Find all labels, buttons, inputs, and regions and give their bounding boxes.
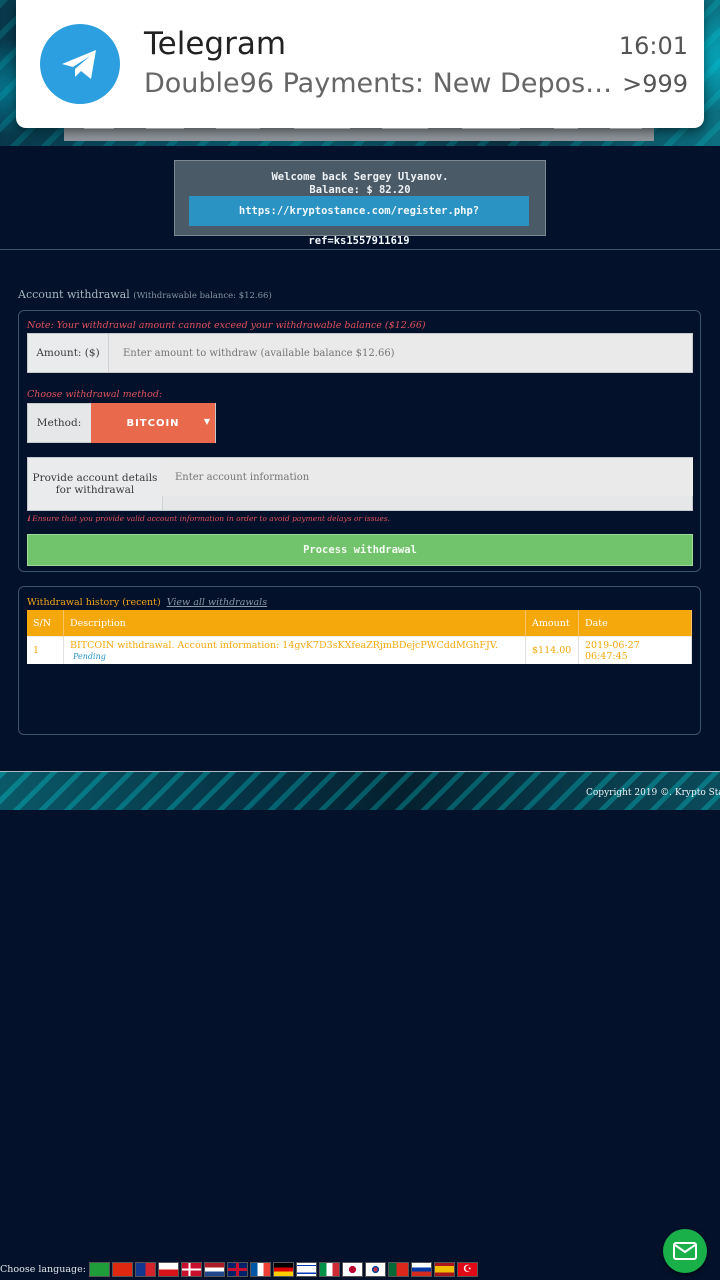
korean-flag[interactable] [364,1261,386,1277]
description-text: BITCOIN withdrawal. Account information:… [70,639,499,651]
amount-label: Amount: ($) [28,334,109,372]
italian-flag[interactable] [318,1261,340,1277]
history-table: S/N Description Amount Date 1 BITCOIN wi… [27,610,692,664]
czech-flag[interactable] [157,1261,179,1277]
status-badge: Pending [73,651,106,661]
footer: Copyright 2019 ©. Krypto Stance [0,771,720,810]
table-row: 1 BITCOIN withdrawal. Account informatio… [27,636,692,664]
section-title-text: Account withdrawal [18,288,130,301]
section-title: Account withdrawal (Withdrawable balance… [18,288,272,301]
column-header: Description [63,610,526,637]
french-flag[interactable] [249,1261,271,1277]
taiwan-flag[interactable] [134,1261,156,1277]
cell-date: 2019-06-27 06:47:45 [578,636,692,664]
cell-description: BITCOIN withdrawal. Account information:… [63,636,526,664]
cell-sn: 1 [27,636,64,664]
language-bar: Choose language: ☪ [0,1260,480,1278]
welcome-text: Welcome back Sergey Ulyanov. [271,171,449,183]
view-all-withdrawals-link[interactable]: View all withdrawals [167,597,267,608]
method-heading: Choose withdrawal method: [27,389,163,400]
withdrawable-balance: (Withdrawable balance: $12.66) [133,291,272,301]
notification-count: >999 [622,70,688,98]
account-field: Provide account details for withdrawal [27,457,693,511]
column-header: Date [578,610,692,637]
notification-time: 16:01 [618,32,688,60]
israel-flag[interactable] [295,1261,317,1277]
telegram-icon [40,24,120,104]
welcome-box: Welcome back Sergey Ulyanov. Balance: $ … [174,160,546,247]
uk-flag[interactable] [226,1261,248,1277]
account-warning: ℹ Ensure that you provide valid account … [27,514,390,523]
notification-message: Double96 Payments: New Deposit Re.. [144,68,614,99]
arabic-flag[interactable] [88,1261,110,1277]
mail-icon [673,1242,697,1260]
table-header-row: S/N Description Amount Date [27,610,692,637]
portuguese-flag[interactable] [387,1261,409,1277]
method-value: BITCOIN [126,417,180,429]
chevron-down-icon: ▼ [203,417,211,426]
danish-flag[interactable] [180,1261,202,1277]
mail-button[interactable] [663,1229,707,1273]
dutch-flag[interactable] [203,1261,225,1277]
account-input[interactable] [161,458,693,496]
turkish-flag[interactable]: ☪ [456,1261,478,1277]
telegram-notification[interactable]: Telegram 16:01 Double96 Payments: New De… [16,0,704,128]
withdrawal-form: Note: Your withdrawal amount cannot exce… [18,310,701,572]
withdrawal-history: Withdrawal history (recent) View all wit… [18,586,701,735]
amount-field: Amount: ($) [27,333,693,373]
chinese-flag[interactable] [111,1261,133,1277]
german-flag[interactable] [272,1261,294,1277]
referral-link[interactable]: https://kryptostance.com/register.php?re… [189,196,529,247]
process-withdrawal-button[interactable]: Process withdrawal [27,534,693,566]
spanish-flag[interactable] [433,1261,455,1277]
account-warning-text: Ensure that you provide valid account in… [32,514,391,523]
divider [0,249,720,250]
russian-flag[interactable] [410,1261,432,1277]
history-title: Withdrawal history (recent) View all wit… [27,597,267,608]
column-header: S/N [27,610,64,637]
language-label: Choose language: [0,1263,86,1275]
account-label: Provide account details for withdrawal [28,458,163,510]
warning-icon: ℹ [27,514,30,523]
balance-text: Balance: $ 82.20 [309,184,411,196]
method-select[interactable]: BITCOIN ▼ [91,403,215,443]
japanese-flag[interactable] [341,1261,363,1277]
amount-input[interactable] [109,334,692,372]
column-header: Amount [525,610,579,637]
method-field: Method: BITCOIN ▼ [27,403,216,443]
copyright-text: Copyright 2019 ©. Krypto Stance [586,788,720,798]
history-title-text: Withdrawal history (recent) [27,597,161,608]
balance-note: Note: Your withdrawal amount cannot exce… [27,320,426,331]
notification-app-name: Telegram [144,26,287,62]
method-label: Method: [36,417,82,429]
cell-amount: $114.00 [525,636,579,664]
